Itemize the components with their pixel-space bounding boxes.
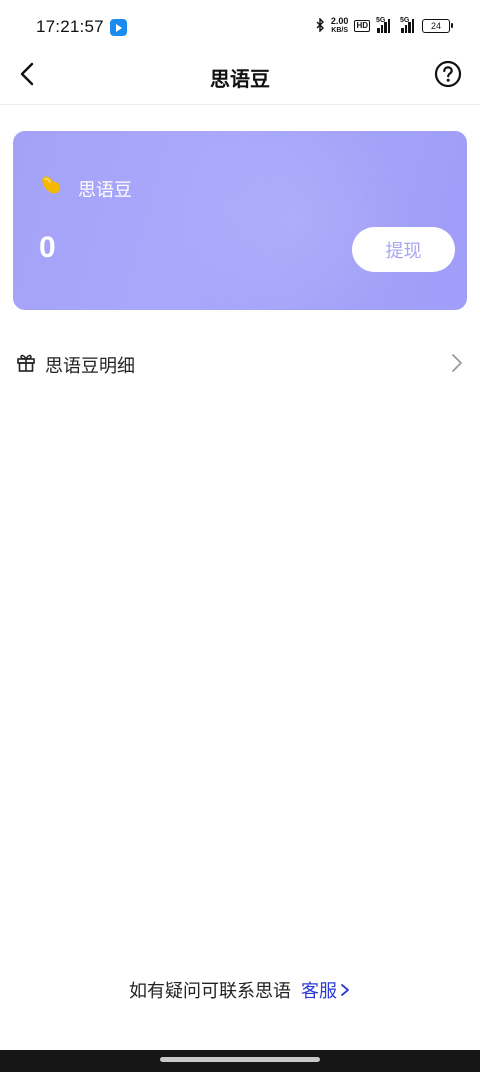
question-circle-icon	[434, 60, 462, 88]
balance-label: 思语豆	[78, 180, 132, 200]
card-highlight	[163, 131, 423, 310]
signal-sim2-icon: 5G	[400, 17, 414, 33]
help-button[interactable]	[434, 60, 462, 88]
home-indicator[interactable]	[160, 1057, 320, 1062]
support-footer: 如有疑问可联系思语 客服	[0, 977, 480, 1003]
page-title: 思语豆	[210, 69, 270, 91]
support-text: 如有疑问可联系思语	[129, 981, 291, 1001]
customer-service-link[interactable]: 客服	[301, 977, 351, 1003]
balance-value: 0	[39, 231, 56, 264]
chevron-right-small-icon	[341, 984, 349, 996]
notification-app-icon	[110, 19, 127, 36]
gift-icon	[15, 351, 37, 373]
network-speed: 2.00 KB/S	[331, 17, 349, 35]
system-navigation-bar	[0, 1050, 480, 1072]
bean-icon	[39, 173, 63, 197]
balance-card: 思语豆 0 提现	[13, 131, 467, 310]
battery-indicator: 24	[422, 19, 453, 33]
navigation-bar: 思语豆	[0, 48, 480, 105]
status-time: 17:21:57	[36, 17, 104, 36]
customer-service-label: 客服	[301, 981, 337, 1001]
bean-detail-row[interactable]: 思语豆明细	[0, 338, 480, 388]
network-speed-value: 2.00	[330, 16, 349, 26]
hd-badge: HD	[354, 20, 370, 32]
network-speed-unit: KB/S	[331, 27, 349, 34]
bean-detail-label: 思语豆明细	[45, 356, 135, 376]
withdraw-button[interactable]: 提现	[352, 227, 455, 272]
chevron-right-icon	[446, 351, 466, 375]
signal-sim1-icon: 5G	[376, 17, 390, 33]
status-indicators: 2.00 KB/S HD 5G 5G 24	[315, 16, 453, 35]
bluetooth-icon	[315, 16, 325, 35]
